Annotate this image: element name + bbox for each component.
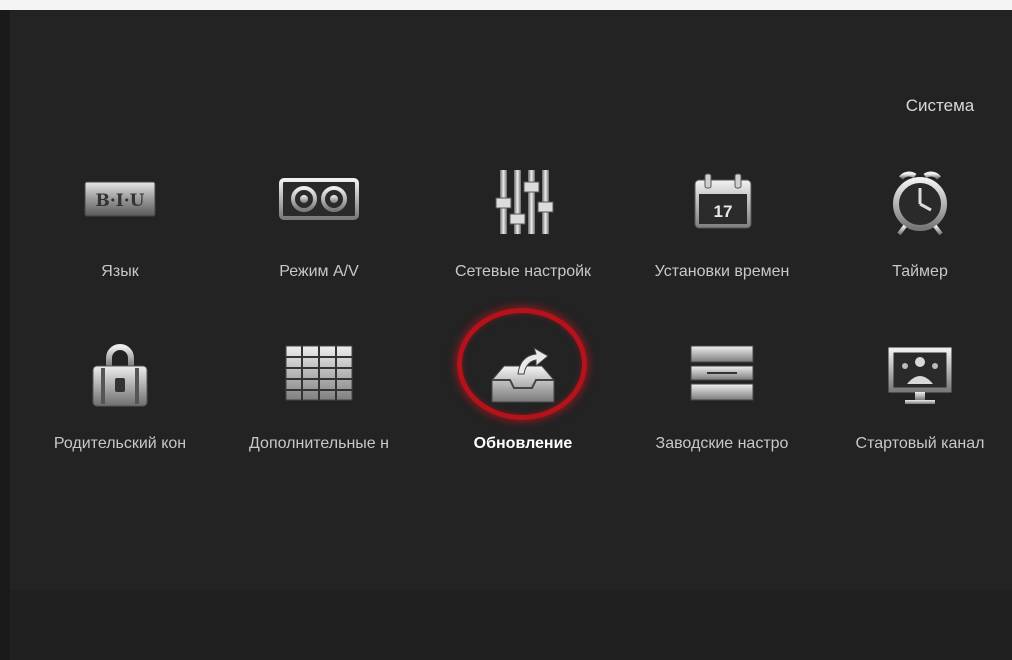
menu-item-label: Дополнительные н: [249, 435, 389, 452]
sliders-icon: [478, 168, 568, 246]
menu-item-label: Родительский кон: [53, 435, 187, 452]
selection-focus-ring: [457, 308, 587, 420]
menu-item-label: Сетевые настройк: [454, 263, 592, 280]
svg-text:B·I·U: B·I·U: [96, 191, 145, 211]
menu-item-label: Стартовый канал: [855, 435, 985, 452]
menu-item-time-settings[interactable]: 17 Установки времен: [627, 168, 817, 298]
menu-item-startup-channel[interactable]: Стартовый канал: [825, 340, 1012, 470]
menu-item-label: Заводские настро: [655, 435, 789, 452]
calendar-day-text: 17: [714, 202, 733, 221]
menu-item-network-settings[interactable]: Сетевые настройк: [428, 168, 618, 298]
factory-reset-icon: [677, 340, 767, 418]
calendar-icon: 17: [677, 168, 767, 246]
menu-item-label: Установки времен: [654, 263, 790, 280]
menu-item-timer[interactable]: Таймер: [825, 168, 1012, 298]
left-edge: [0, 10, 10, 660]
menu-item-additional-settings[interactable]: Дополнительные н: [224, 340, 414, 470]
startup-channel-icon: [875, 340, 965, 418]
alarm-clock-icon: [875, 168, 965, 246]
menu-item-label: Язык: [101, 263, 139, 280]
system-menu-screen: Система B·I·U Язык Режим A/V Сетевые нас…: [0, 0, 1012, 660]
grid-table-icon: [274, 340, 364, 418]
menu-item-parental-control[interactable]: Родительский кон: [25, 340, 215, 470]
menu-item-av-mode[interactable]: Режим A/V: [224, 168, 414, 298]
menu-item-label: Таймер: [892, 263, 948, 280]
bottom-shade: [10, 590, 1012, 660]
text-format-icon: B·I·U: [75, 168, 165, 246]
top-band: [0, 0, 1012, 10]
section-title: Система: [905, 96, 975, 115]
av-ports-icon: [274, 168, 364, 246]
menu-item-label: Обновление: [473, 435, 573, 452]
lock-icon: [75, 340, 165, 418]
menu-item-factory-settings[interactable]: Заводские настро: [627, 340, 817, 470]
menu-item-language[interactable]: B·I·U Язык: [25, 168, 215, 298]
menu-item-label: Режим A/V: [279, 263, 359, 280]
